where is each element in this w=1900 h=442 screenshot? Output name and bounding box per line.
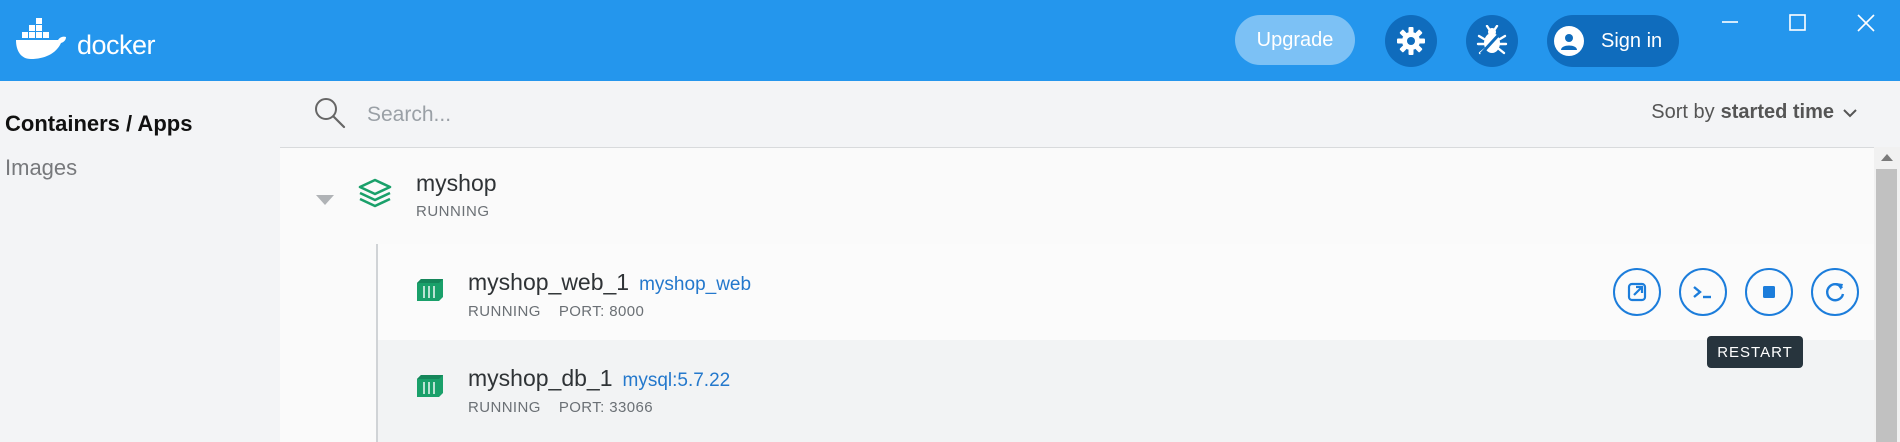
container-row[interactable]: myshop_web_1 myshop_web RUNNING PORT: 8000 — [376, 244, 1900, 340]
chevron-down-icon — [1843, 108, 1857, 117]
stack-icon — [358, 178, 392, 208]
sort-dropdown[interactable]: Sort by started time — [1651, 101, 1858, 124]
search-icon — [315, 98, 346, 129]
gear-icon — [1397, 27, 1425, 55]
close-button[interactable] — [1846, 12, 1886, 36]
open-in-browser-icon — [1627, 282, 1647, 302]
app-name: myshop — [416, 170, 497, 196]
search-input[interactable] — [365, 97, 969, 133]
stop-button[interactable] — [1745, 268, 1793, 316]
sort-value: started time — [1720, 101, 1834, 123]
scrollbar-thumb[interactable] — [1876, 169, 1897, 442]
container-port: PORT: 8000 — [558, 303, 645, 320]
sign-in-label: Sign in — [1601, 29, 1663, 52]
container-image-link[interactable]: mysql:5.7.22 — [623, 370, 731, 391]
container-name-line: myshop_web_1 myshop_web — [468, 269, 751, 296]
sign-in-button[interactable]: Sign in — [1547, 15, 1679, 67]
logo-text: docker — [77, 30, 156, 60]
container-status-line: RUNNING PORT: 8000 — [468, 303, 644, 320]
bug-icon — [1476, 25, 1508, 56]
settings-button[interactable] — [1385, 15, 1437, 67]
main-panel: Sort by started time myshop RUNNING — [280, 81, 1900, 442]
sort-prefix: Sort by — [1651, 101, 1715, 123]
container-name-line: myshop_db_1 mysql:5.7.22 — [468, 365, 730, 392]
app-status: RUNNING — [416, 203, 490, 220]
cli-button[interactable] — [1679, 268, 1727, 316]
sidebar-item-images[interactable]: Images — [5, 155, 77, 181]
container-name: myshop_db_1 — [468, 365, 613, 391]
container-row[interactable]: myshop_db_1 mysql:5.7.22 RUNNING PORT: 330… — [376, 340, 1876, 442]
container-status-line: RUNNING PORT: 33066 — [468, 399, 653, 416]
upgrade-button[interactable]: Upgrade — [1235, 15, 1355, 65]
container-image-link[interactable]: myshop_web — [639, 274, 751, 295]
restart-button[interactable] — [1811, 268, 1859, 316]
docker-whale-icon — [16, 18, 66, 59]
app-group-row[interactable]: myshop RUNNING — [280, 148, 1874, 248]
title-bar: docker Upgrade Sign in — [0, 0, 1900, 81]
sidebar-item-containers[interactable]: Containers / Apps — [5, 111, 192, 137]
sidebar: Containers / Apps Images — [0, 81, 280, 442]
troubleshoot-button[interactable] — [1466, 15, 1518, 67]
scrollbar[interactable] — [1874, 147, 1900, 442]
minimize-icon — [1722, 21, 1738, 23]
docker-logo: docker — [14, 18, 156, 62]
container-icon — [417, 375, 443, 397]
close-icon — [1857, 14, 1875, 32]
stop-icon — [1763, 286, 1775, 298]
minimize-button[interactable] — [1710, 12, 1750, 36]
maximize-button[interactable] — [1777, 12, 1817, 36]
restart-icon — [1826, 283, 1845, 302]
scroll-up-arrow-icon[interactable] — [1880, 153, 1894, 163]
restart-tooltip: RESTART — [1707, 336, 1803, 368]
open-in-browser-button[interactable] — [1613, 268, 1661, 316]
container-icon — [417, 279, 443, 301]
container-status: RUNNING — [468, 399, 541, 416]
cli-icon — [1693, 286, 1711, 299]
maximize-icon — [1789, 14, 1806, 31]
container-status: RUNNING — [468, 303, 541, 320]
search-bar: Sort by started time — [280, 81, 1900, 148]
container-name: myshop_web_1 — [468, 269, 630, 295]
user-icon — [1554, 26, 1584, 56]
caret-down-icon[interactable] — [316, 195, 334, 205]
container-port: PORT: 33066 — [558, 399, 653, 416]
